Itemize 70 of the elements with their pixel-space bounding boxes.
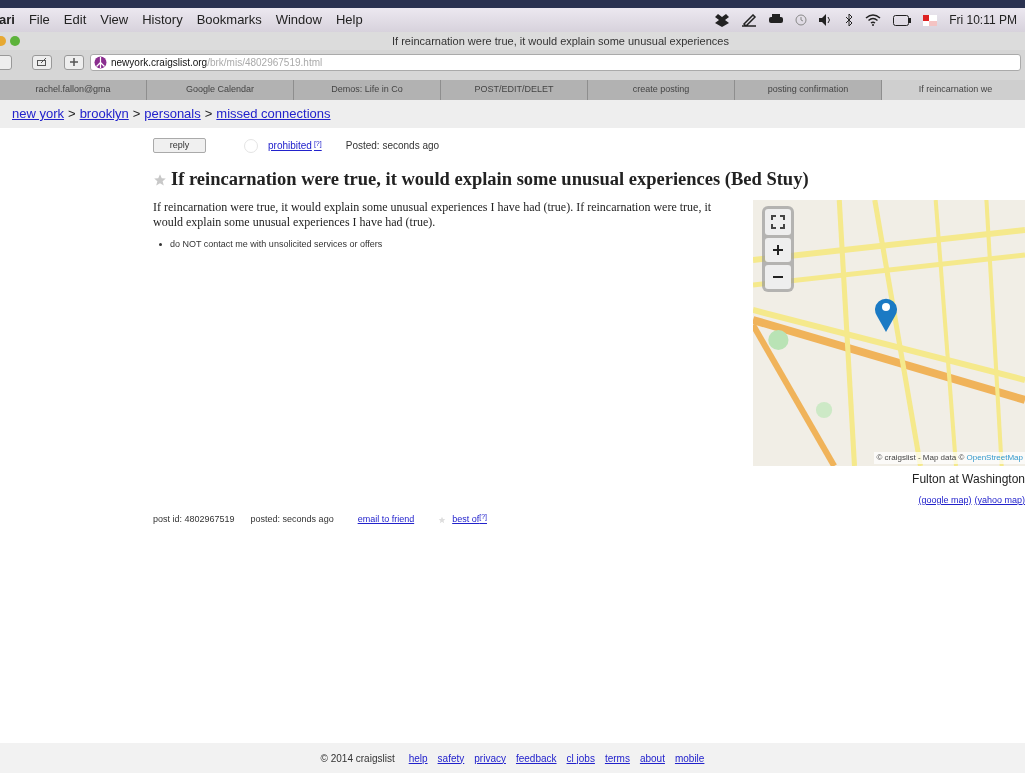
tab[interactable]: posting confirmation bbox=[735, 80, 882, 100]
menu-item[interactable]: Window bbox=[275, 10, 322, 30]
fullscreen-button[interactable] bbox=[765, 208, 791, 235]
menu-item[interactable]: Help bbox=[335, 10, 363, 30]
footer-link[interactable]: feedback bbox=[515, 750, 557, 766]
menu-item[interactable]: ari bbox=[0, 10, 15, 30]
breadcrumb-separator: > bbox=[68, 105, 76, 124]
breadcrumb-separator: > bbox=[132, 105, 141, 124]
pen-icon[interactable] bbox=[741, 13, 758, 27]
flag-checkbox[interactable] bbox=[244, 138, 258, 153]
map[interactable]: © craigslist - Map data © OpenStreetMap bbox=[753, 199, 1025, 466]
tab[interactable]: rachel.fallon@gma bbox=[0, 80, 147, 100]
reply-button[interactable]: reply bbox=[153, 138, 206, 153]
url-text: newyork.craigslist.org/brk/mis/4802967519.html bbox=[111, 55, 323, 70]
printer-icon[interactable] bbox=[769, 14, 784, 26]
menu-item[interactable]: Bookmarks bbox=[196, 10, 262, 30]
posting-title: If reincarnation were true, it would explain some unusual experiences (Bed Stuy) bbox=[171, 168, 809, 191]
footer-link[interactable]: privacy bbox=[474, 750, 506, 766]
footer-link[interactable]: terms bbox=[604, 750, 630, 766]
share-icon bbox=[37, 58, 47, 66]
posting-body: If reincarnation were true, it would explain some unusual experiences I have had (true). If reincarnation were true, it would explain some unusual experiences I have had (true). bbox=[153, 199, 713, 230]
bullet-icon bbox=[159, 243, 162, 246]
star-icon[interactable] bbox=[438, 516, 447, 524]
posted-time: Posted: seconds ago bbox=[345, 139, 440, 153]
breadcrumb-separator: > bbox=[204, 105, 213, 124]
breadcrumb-link[interactable]: personals bbox=[144, 104, 201, 124]
menu-item[interactable]: File bbox=[28, 10, 50, 30]
best-of-link[interactable]: best of$^{[?]}$ bbox=[452, 513, 487, 527]
menu-item[interactable]: View bbox=[100, 10, 129, 30]
map-address: Fulton at Washington bbox=[912, 470, 1025, 488]
globe-icon bbox=[94, 55, 107, 69]
window-title: If reincarnation were true, it would explain some unusual experiences bbox=[392, 33, 729, 49]
map-link[interactable]: (yahoo map) bbox=[974, 493, 1025, 508]
breadcrumb-link[interactable]: new york bbox=[12, 104, 65, 124]
zoom-out-button[interactable] bbox=[765, 264, 791, 289]
tab[interactable]: Google Calendar bbox=[147, 80, 294, 100]
fullscreen-icon bbox=[771, 214, 785, 229]
tab[interactable]: If reincarnation we bbox=[882, 80, 1025, 100]
tab[interactable]: Demos: Life in Co bbox=[294, 80, 441, 100]
minus-icon bbox=[773, 274, 783, 279]
footer-link[interactable]: help bbox=[408, 750, 428, 766]
posted-time: posted: seconds ago bbox=[250, 513, 334, 527]
address-field[interactable]: newyork.craigslist.org/brk/mis/4802967519.html bbox=[90, 53, 1021, 71]
post-id: post id: 4802967519 bbox=[153, 513, 235, 527]
add-button[interactable] bbox=[64, 54, 84, 70]
star-icon[interactable] bbox=[153, 172, 167, 187]
menu-item[interactable]: Edit bbox=[63, 10, 87, 30]
notice-text: do NOT contact me with unsolicited services or offers bbox=[170, 237, 383, 251]
breadcrumb-link[interactable]: brooklyn bbox=[79, 104, 129, 124]
menu-clock[interactable]: Fri 10:11 PM bbox=[949, 11, 1017, 29]
copyright-text: © 2014 craigslist bbox=[320, 751, 395, 766]
footer-link[interactable]: cl jobs bbox=[566, 750, 595, 766]
bluetooth-icon[interactable] bbox=[845, 14, 854, 26]
share-button[interactable] bbox=[32, 54, 52, 70]
tab[interactable]: POST/EDIT/DELET bbox=[441, 80, 588, 100]
flag-icon[interactable] bbox=[923, 14, 938, 26]
zoom-in-button[interactable] bbox=[765, 237, 791, 262]
prohibited-link[interactable]: prohibited $^{[?]}$ bbox=[268, 138, 322, 153]
menu-item[interactable]: History bbox=[142, 10, 183, 30]
footer-link[interactable]: about bbox=[639, 750, 665, 766]
battery-icon[interactable] bbox=[893, 14, 912, 26]
wifi-icon[interactable] bbox=[865, 14, 882, 26]
email-link[interactable]: email to friend bbox=[357, 513, 415, 527]
footer-link[interactable]: safety bbox=[437, 750, 465, 766]
footer-link[interactable]: mobile bbox=[674, 750, 705, 766]
map-link[interactable]: (google map) bbox=[918, 493, 972, 508]
plus-icon bbox=[70, 58, 78, 66]
breadcrumb-link[interactable]: missed connections bbox=[216, 104, 331, 124]
tab[interactable]: create posting bbox=[588, 80, 735, 100]
plus-icon bbox=[773, 244, 783, 255]
